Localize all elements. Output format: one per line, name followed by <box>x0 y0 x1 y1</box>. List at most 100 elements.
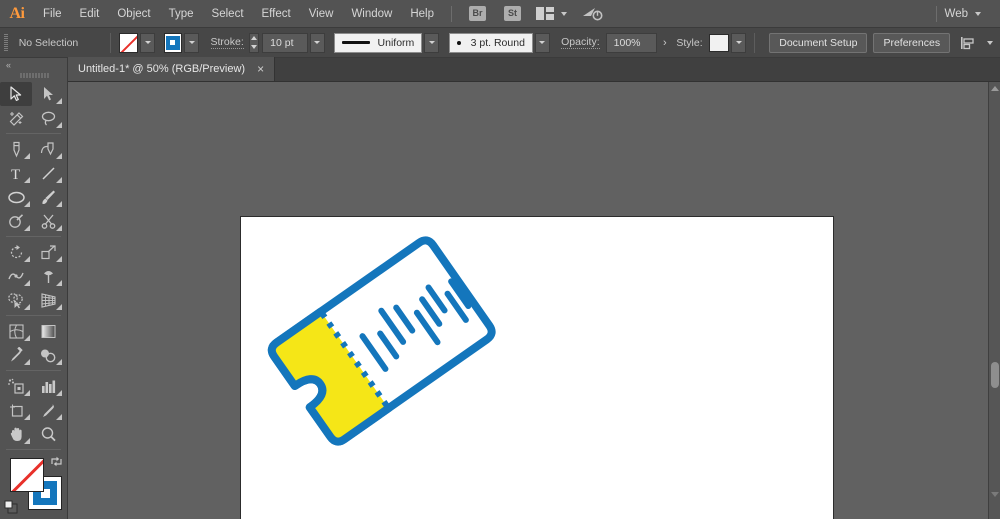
selection-tool[interactable] <box>0 82 32 106</box>
stroke-weight-label[interactable]: Stroke: <box>211 36 244 49</box>
swap-fill-stroke-icon[interactable] <box>50 455 63 468</box>
rotate-tool[interactable] <box>0 240 32 264</box>
lasso-tool[interactable] <box>32 106 64 130</box>
stroke-weight-stepper[interactable] <box>249 33 259 53</box>
fill-indicator-swatch[interactable] <box>10 458 44 492</box>
arrange-chevron-down-icon[interactable] <box>561 12 567 16</box>
stroke-weight-dropdown-button[interactable] <box>310 33 325 53</box>
scroll-down-icon[interactable] <box>991 492 999 497</box>
chevron-down-icon <box>189 41 195 44</box>
magic-wand-tool[interactable] <box>0 106 32 130</box>
shaper-tool[interactable] <box>0 209 32 233</box>
control-bar: No Selection Stroke: 10 pt Uniform 3 pt.… <box>0 28 1000 58</box>
stroke-profile-dropdown-button[interactable] <box>424 33 439 53</box>
scroll-up-icon[interactable] <box>991 86 999 91</box>
width-tool[interactable] <box>0 264 32 288</box>
brush-definition-label: 3 pt. Round <box>471 34 525 52</box>
scrollbar-thumb[interactable] <box>991 362 999 388</box>
direct-selection-tool[interactable] <box>32 82 64 106</box>
control-bar-grip[interactable] <box>4 34 8 52</box>
paintbrush-tool[interactable] <box>32 185 64 209</box>
tools-panel-grip[interactable] <box>19 70 49 80</box>
symbol-sprayer-tool[interactable] <box>0 374 32 398</box>
pen-tool[interactable] <box>0 137 32 161</box>
menu-select[interactable]: Select <box>203 0 253 28</box>
align-objects-icon[interactable] <box>960 35 980 51</box>
fill-dropdown-button[interactable] <box>140 33 155 53</box>
scale-tool[interactable] <box>32 240 64 264</box>
control-divider-1 <box>110 33 111 53</box>
default-fill-stroke-icon[interactable] <box>4 500 18 514</box>
graphic-style-swatch[interactable] <box>709 34 730 52</box>
canvas-area[interactable] <box>68 82 988 519</box>
menu-file[interactable]: File <box>34 0 71 28</box>
line-segment-tool[interactable] <box>32 161 64 185</box>
tools-list: T <box>0 80 67 519</box>
menu-view[interactable]: View <box>300 0 343 28</box>
menu-bar: Ai File Edit Object Type Select Effect V… <box>0 0 1000 28</box>
menubar-right-group: Web <box>928 6 1000 22</box>
vertical-scrollbar[interactable] <box>988 82 1000 519</box>
tools-divider-1 <box>6 133 61 134</box>
stroke-color-swatch[interactable] <box>164 33 183 53</box>
stroke-profile-label: Uniform <box>378 34 415 52</box>
collapse-panel-icon[interactable]: « <box>6 60 10 70</box>
stroke-weight-field[interactable]: 10 pt <box>262 33 308 53</box>
gradient-tool[interactable] <box>32 319 64 343</box>
opacity-expand-arrow-icon[interactable]: › <box>663 37 667 49</box>
menu-object[interactable]: Object <box>108 0 159 28</box>
free-transform-tool[interactable] <box>32 264 64 288</box>
menu-effect[interactable]: Effect <box>253 0 300 28</box>
slice-tool[interactable] <box>32 398 64 422</box>
document-setup-button[interactable]: Document Setup <box>769 33 867 53</box>
preferences-button[interactable]: Preferences <box>873 33 950 53</box>
document-tab-bar: Untitled-1* @ 50% (RGB/Preview) × <box>68 58 1000 82</box>
align-chevron-down-icon[interactable] <box>987 41 993 45</box>
style-label: Style: <box>676 37 702 49</box>
bridge-button[interactable]: Br <box>469 6 486 21</box>
stroke-dropdown-button[interactable] <box>184 33 199 53</box>
type-tool[interactable]: T <box>0 161 32 185</box>
menubar-divider <box>451 6 452 22</box>
opacity-label[interactable]: Opacity: <box>561 36 600 49</box>
tools-divider-4 <box>6 370 61 371</box>
brush-definition-dropdown-button[interactable] <box>535 33 550 53</box>
fill-color-swatch[interactable] <box>119 33 138 53</box>
menu-edit[interactable]: Edit <box>71 0 109 28</box>
shape-builder-tool[interactable] <box>0 288 32 312</box>
brush-definition-field[interactable]: 3 pt. Round <box>449 33 533 53</box>
arrange-documents-icon[interactable] <box>536 7 554 20</box>
document-tab-title: Untitled-1* @ 50% (RGB/Preview) <box>78 63 245 75</box>
curvature-tool[interactable] <box>32 137 64 161</box>
tools-panel-header: « <box>0 58 67 70</box>
hand-tool[interactable] <box>0 422 32 446</box>
tools-divider-2 <box>6 236 61 237</box>
close-icon[interactable]: × <box>257 64 264 74</box>
creative-cloud-sync-icon[interactable] <box>582 6 604 22</box>
graphic-style-dropdown-button[interactable] <box>731 33 746 53</box>
mesh-tool[interactable] <box>0 319 32 343</box>
blend-tool[interactable] <box>32 343 64 367</box>
column-graph-tool[interactable] <box>32 374 64 398</box>
workspace-chevron-down-icon[interactable] <box>975 12 981 16</box>
stock-button[interactable]: St <box>504 6 521 21</box>
document-tab[interactable]: Untitled-1* @ 50% (RGB/Preview) × <box>68 57 275 81</box>
menu-window[interactable]: Window <box>342 0 401 28</box>
svg-text:T: T <box>11 167 20 182</box>
workspace-switcher-label[interactable]: Web <box>945 8 968 20</box>
menu-help[interactable]: Help <box>401 0 443 28</box>
stroke-profile-field[interactable]: Uniform <box>334 33 422 53</box>
chevron-down-icon <box>145 41 151 44</box>
ticket-illustration[interactable] <box>246 230 506 465</box>
tools-divider-3 <box>6 315 61 316</box>
ellipse-tool[interactable] <box>0 185 32 209</box>
perspective-grid-tool[interactable] <box>32 288 64 312</box>
fill-stroke-indicator <box>0 454 67 516</box>
artboard-tool[interactable] <box>0 398 32 422</box>
menu-type[interactable]: Type <box>160 0 203 28</box>
eyedropper-tool[interactable] <box>0 343 32 367</box>
scissors-tool[interactable] <box>32 209 64 233</box>
zoom-tool[interactable] <box>32 422 64 446</box>
app-logo: Ai <box>0 0 34 28</box>
opacity-field[interactable]: 100% <box>606 33 657 53</box>
